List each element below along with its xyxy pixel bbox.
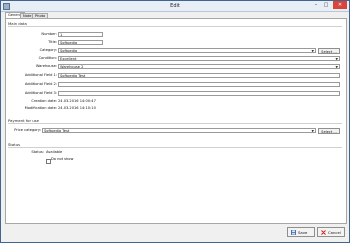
additional-field-1-label: Additional Field 1:	[24, 73, 57, 77]
warehouse-label: Warehouse:	[35, 64, 57, 68]
category-label: Category:	[39, 48, 57, 52]
modification-date-label: Modification date:	[24, 106, 57, 110]
save-icon	[291, 230, 296, 235]
additional-field-1-input[interactable]: Softpedia Test	[58, 73, 340, 78]
cancel-icon	[321, 230, 326, 235]
condition-dropdown[interactable]: Excellent ▼	[58, 56, 340, 61]
additional-field-3-label: Additional Field 3:	[24, 91, 57, 95]
additional-field-2-input[interactable]	[58, 82, 340, 87]
category-value: Softpedia	[60, 49, 78, 53]
divider	[8, 147, 342, 148]
divider	[8, 26, 342, 27]
minimize-button[interactable]: –	[311, 1, 321, 9]
title-bar[interactable]: Edit – □ ✕	[1, 1, 349, 12]
status-value: Available	[46, 150, 63, 154]
chevron-down-icon: ▼	[335, 57, 338, 61]
creation-date-label: Creation date:	[31, 99, 57, 103]
price-select-button[interactable]: Select ...	[318, 127, 340, 134]
status-label: Status:	[31, 150, 44, 154]
number-label: Number:	[41, 32, 57, 36]
additional-field-3-input[interactable]	[58, 91, 340, 96]
warehouse-dropdown[interactable]: Warehouse 2 ▼	[58, 64, 340, 69]
condition-value: Excellent	[60, 57, 77, 61]
category-select-button[interactable]: Select ...	[318, 47, 340, 54]
additional-field-2-label: Additional Field 2:	[24, 82, 57, 86]
price-category-value: Softpedia Test	[44, 129, 70, 133]
save-label: Save	[298, 230, 308, 235]
edit-window: Edit – □ ✕ General Note Photo Main data …	[0, 0, 350, 243]
condition-label: Condition:	[38, 56, 57, 60]
chevron-down-icon: ▼	[335, 65, 338, 69]
cancel-label: Cancel	[328, 230, 341, 235]
cancel-button[interactable]: Cancel	[317, 227, 345, 237]
title-field[interactable]: Softpedia	[58, 40, 103, 45]
chevron-down-icon: ▼	[311, 49, 314, 53]
title-label: Title:	[48, 40, 57, 44]
modification-date-value: 24.03.2016 14:10:10	[58, 106, 96, 110]
creation-date-value: 24.03.2016 14:00:47	[58, 99, 96, 103]
warehouse-value: Warehouse 2	[60, 65, 84, 69]
general-panel: Main data Number: 1 Title: Softpedia Cat…	[5, 18, 347, 224]
save-button[interactable]: Save	[287, 227, 315, 237]
close-button[interactable]: ✕	[333, 1, 347, 9]
window-title: Edit	[170, 3, 180, 9]
price-category-label: Price category:	[14, 128, 41, 132]
price-category-dropdown[interactable]: Softpedia Test ▼	[42, 128, 316, 133]
chevron-down-icon: ▼	[311, 129, 314, 133]
do-not-show-label: Do not show	[51, 157, 74, 161]
number-field[interactable]: 1	[58, 32, 103, 37]
divider	[8, 123, 342, 124]
maximize-button[interactable]: □	[321, 1, 331, 9]
category-dropdown[interactable]: Softpedia ▼	[58, 48, 316, 53]
